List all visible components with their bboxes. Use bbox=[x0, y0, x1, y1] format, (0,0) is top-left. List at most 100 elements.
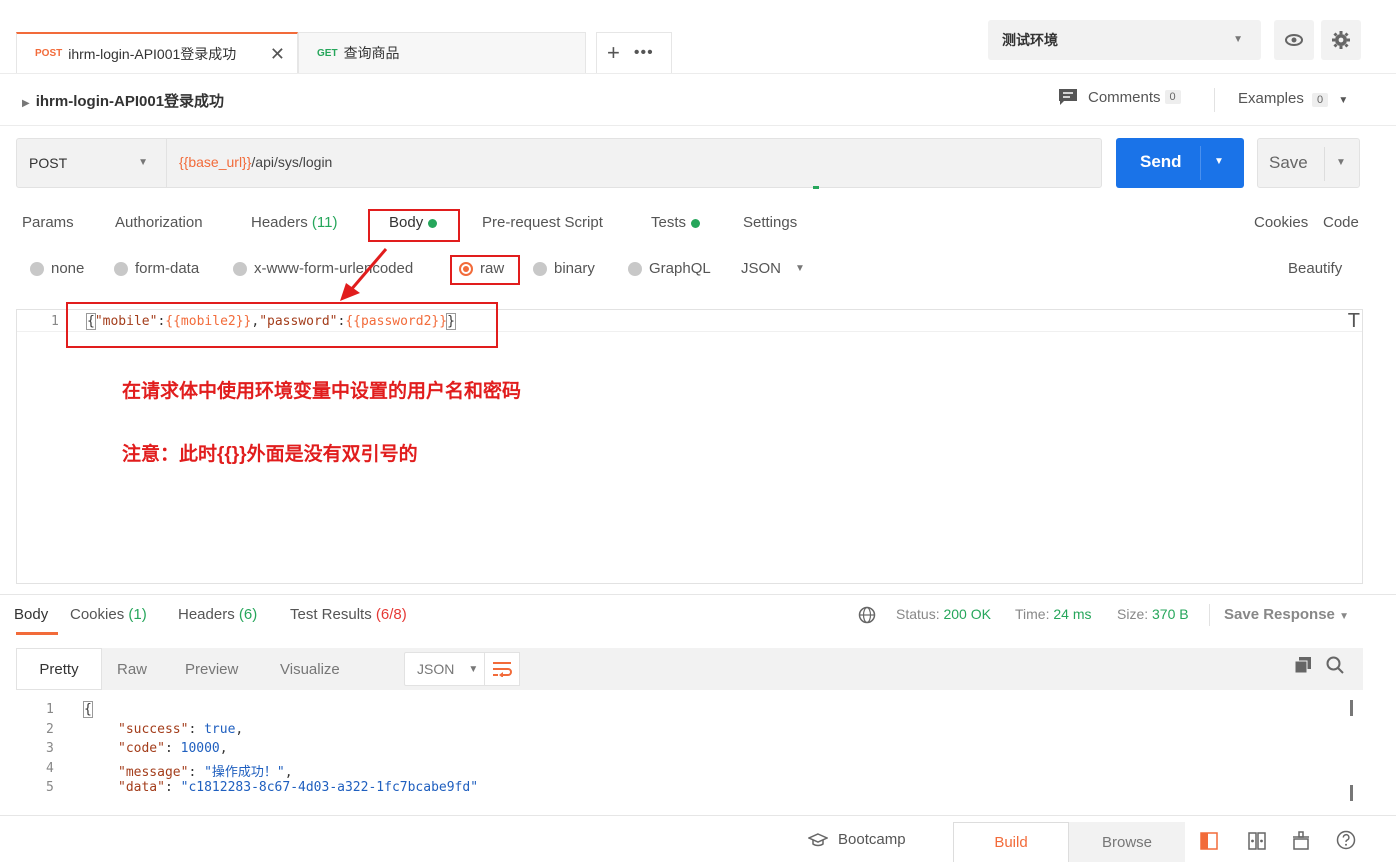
url-path: /api/sys/login bbox=[251, 154, 333, 170]
wrap-lines-button[interactable] bbox=[484, 652, 520, 686]
resp-tab-test-results[interactable]: Test Results (6/8) bbox=[290, 606, 407, 623]
tab-prerequest-script[interactable]: Pre-request Script bbox=[482, 214, 603, 231]
comment-icon bbox=[1059, 89, 1077, 105]
tab-bar: POST ihrm-login-API001登录成功 ✕ GET 查询商品 + … bbox=[0, 0, 1396, 73]
close-icon[interactable]: ✕ bbox=[270, 44, 285, 65]
highlight-raw bbox=[450, 255, 520, 285]
caret-down-icon[interactable]: ▼ bbox=[1214, 156, 1224, 167]
code-line: "success": true, bbox=[118, 722, 244, 737]
request-title[interactable]: ▶ ihrm-login-API001登录成功 bbox=[22, 90, 224, 111]
build-tab[interactable]: Build bbox=[953, 822, 1069, 862]
request-title-row: ▶ ihrm-login-API001登录成功 Comments 0 Exampl… bbox=[0, 73, 1396, 126]
status-dot bbox=[691, 218, 701, 228]
view-preview[interactable]: Preview bbox=[185, 648, 238, 690]
caret-down-icon: ▼ bbox=[468, 663, 479, 675]
beautify-link[interactable]: Beautify bbox=[1288, 260, 1342, 277]
scrollbar[interactable] bbox=[1350, 785, 1353, 801]
code-line: "data": "c1812283-8c67-4d03-a322-1fc7bca… bbox=[118, 780, 479, 795]
environment-select[interactable]: 测试环境 ▼ bbox=[988, 20, 1261, 60]
headers-count: (11) bbox=[311, 214, 338, 231]
arrow-annotation bbox=[340, 248, 388, 301]
send-button[interactable]: Send ▼ bbox=[1116, 138, 1244, 188]
search-icon[interactable] bbox=[1326, 656, 1344, 674]
tab-settings[interactable]: Settings bbox=[743, 214, 797, 231]
url-variable: {{base_url}} bbox=[179, 154, 252, 170]
tab-method-badge: POST bbox=[35, 48, 63, 59]
line-number: 5 bbox=[46, 780, 54, 795]
status-readout: Status: 200 OK bbox=[896, 606, 991, 622]
divider bbox=[1209, 604, 1210, 626]
size-readout: Size: 370 B bbox=[1117, 606, 1189, 622]
line-number: 4 bbox=[46, 761, 54, 776]
active-tab-indicator bbox=[16, 632, 58, 635]
split-view-icon[interactable] bbox=[1248, 832, 1266, 850]
caret-down-icon: ▼ bbox=[138, 157, 148, 168]
radio-none[interactable]: none bbox=[30, 260, 84, 277]
line-number: 1 bbox=[46, 702, 54, 717]
time-readout: Time: 24 ms bbox=[1015, 606, 1092, 622]
examples-count: 0 bbox=[1312, 93, 1329, 107]
url-bar: POST ▼ {{base_url}}/api/sys/login bbox=[16, 138, 1102, 189]
environment-value: 测试环境 bbox=[1002, 32, 1058, 48]
line-number: 3 bbox=[46, 741, 54, 756]
view-visualize[interactable]: Visualize bbox=[280, 648, 340, 690]
radio-binary[interactable]: binary bbox=[533, 260, 595, 277]
resp-tab-cookies[interactable]: Cookies (1) bbox=[70, 606, 147, 623]
tab-tests[interactable]: Tests bbox=[651, 214, 701, 231]
browse-tab[interactable]: Browse bbox=[1069, 822, 1185, 862]
gear-icon bbox=[1332, 31, 1350, 49]
plus-icon[interactable]: + bbox=[607, 40, 620, 66]
bootcamp-button[interactable]: Bootcamp bbox=[808, 831, 906, 848]
annotation-text: 在请求体中使用环境变量中设置的用户名和密码 bbox=[122, 381, 522, 402]
method-select[interactable]: POST ▼ bbox=[17, 139, 167, 187]
radio-graphql[interactable]: GraphQL bbox=[628, 260, 711, 277]
settings-button[interactable] bbox=[1321, 20, 1361, 60]
trash-icon[interactable] bbox=[1292, 830, 1310, 850]
expand-icon[interactable]: ▶ bbox=[22, 98, 30, 109]
copy-icon[interactable] bbox=[1294, 656, 1312, 674]
code-line: { bbox=[83, 701, 93, 718]
eye-button[interactable] bbox=[1274, 20, 1314, 60]
format-select[interactable]: JSON ▼ bbox=[741, 260, 805, 277]
help-icon[interactable] bbox=[1336, 830, 1356, 850]
code-line: "code": 10000, bbox=[118, 741, 228, 756]
resp-tab-body[interactable]: Body bbox=[14, 606, 48, 623]
more-icon[interactable]: ••• bbox=[634, 44, 654, 62]
caret-down-icon: ▼ bbox=[1339, 611, 1349, 622]
highlight-code bbox=[66, 302, 498, 348]
request-tab-active[interactable]: POST ihrm-login-API001登录成功 ✕ bbox=[16, 32, 298, 73]
status-bar: Bootcamp Build Browse bbox=[0, 815, 1396, 866]
eye-icon bbox=[1285, 34, 1303, 46]
examples-button[interactable]: Examples 0 ▼ bbox=[1238, 90, 1348, 107]
caret-down-icon: ▼ bbox=[795, 263, 805, 274]
tab-method-badge: GET bbox=[317, 47, 338, 59]
globe-icon[interactable] bbox=[858, 606, 876, 624]
tab-label: 查询商品 bbox=[343, 45, 400, 61]
caret-down-icon[interactable]: ▼ bbox=[1336, 157, 1346, 168]
new-tab-button[interactable]: + ••• bbox=[596, 32, 672, 73]
url-input[interactable]: {{base_url}}/api/sys/login bbox=[179, 154, 332, 170]
response-toolbar: Pretty Raw Preview Visualize JSON ▼ bbox=[16, 648, 1363, 690]
tab-headers[interactable]: Headers (11) bbox=[251, 214, 337, 231]
divider bbox=[1214, 88, 1215, 112]
code-link[interactable]: Code bbox=[1323, 214, 1359, 231]
caret-down-icon: ▼ bbox=[1233, 34, 1243, 45]
save-response-button[interactable]: Save Response ▼ bbox=[1224, 606, 1349, 623]
url-indicator bbox=[813, 186, 819, 189]
comments-count: 0 bbox=[1164, 90, 1181, 104]
cookies-link[interactable]: Cookies bbox=[1254, 214, 1308, 231]
divider bbox=[1324, 147, 1325, 181]
request-tab[interactable]: GET 查询商品 bbox=[298, 32, 586, 73]
view-raw[interactable]: Raw bbox=[117, 648, 147, 690]
scrollbar[interactable] bbox=[1350, 700, 1353, 716]
two-pane-icon[interactable] bbox=[1200, 832, 1218, 850]
radio-form-data[interactable]: form-data bbox=[114, 260, 199, 277]
view-pretty[interactable]: Pretty bbox=[16, 648, 102, 690]
comments-button[interactable]: Comments 0 bbox=[1058, 88, 1181, 106]
line-number: 2 bbox=[46, 722, 54, 737]
tab-params[interactable]: Params bbox=[22, 214, 74, 231]
resp-tab-headers[interactable]: Headers (6) bbox=[178, 606, 257, 623]
highlight-body-tab bbox=[368, 209, 460, 242]
save-button[interactable]: Save ▼ bbox=[1257, 138, 1360, 188]
tab-authorization[interactable]: Authorization bbox=[115, 214, 203, 231]
